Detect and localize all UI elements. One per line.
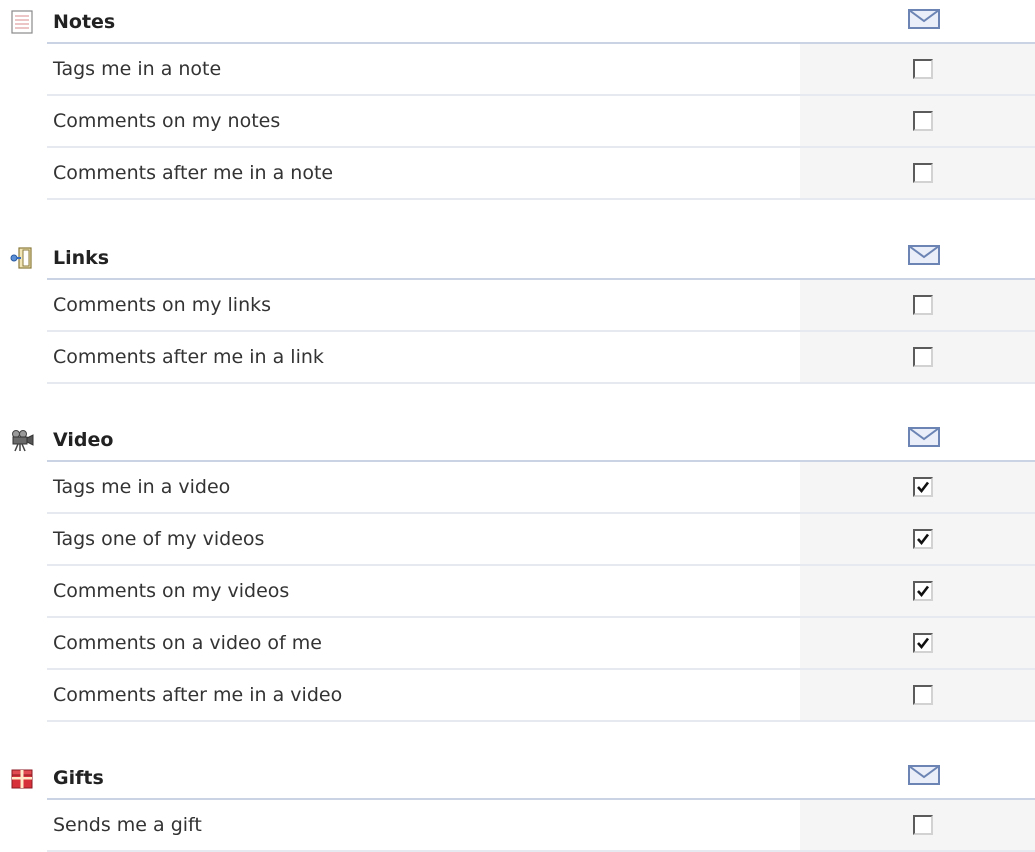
email-checkbox[interactable] [913,685,933,705]
notes-section: Notes Tags me in a note Comments on my n… [0,0,1035,200]
links-icon [10,247,32,269]
notification-row: Tags me in a video [0,462,1035,514]
gifts-section: Gifts Sends me a gift [0,756,1035,852]
gifts-section-header: Gifts [0,756,1035,800]
notification-row: Comments after me in a note [0,148,1035,200]
checkmark-icon [917,585,930,598]
email-checkbox[interactable] [913,477,933,497]
row-label: Comments on my links [53,294,272,316]
email-checkbox[interactable] [913,633,933,653]
checkmark-icon [917,481,930,494]
email-icon [908,427,940,447]
video-section-header: Video [0,418,1035,462]
links-section: Links Comments on my links Comments afte… [0,236,1035,384]
email-checkbox[interactable] [913,111,933,131]
notification-row: Comments on my notes [0,96,1035,148]
section-title: Video [53,429,114,451]
row-label: Comments on my videos [53,580,290,602]
email-icon [908,9,940,29]
email-icon [908,245,940,265]
row-label: Tags one of my videos [53,528,265,550]
email-checkbox[interactable] [913,581,933,601]
notification-row: Comments on a video of me [0,618,1035,670]
row-label: Comments after me in a link [53,346,324,368]
gift-icon [11,769,33,789]
email-icon [908,765,940,785]
notification-row: Tags me in a note [0,44,1035,96]
video-section: Video Tags me in a video Tags one of my … [0,418,1035,722]
checkmark-icon [917,637,930,650]
row-label: Sends me a gift [53,814,202,836]
notes-icon [11,10,33,34]
notification-row: Comments on my links [0,280,1035,332]
section-title: Links [53,247,110,269]
notification-row: Comments on my videos [0,566,1035,618]
email-checkbox[interactable] [913,59,933,79]
notification-row: Comments after me in a link [0,332,1035,384]
row-label: Comments after me in a video [53,684,343,706]
email-checkbox[interactable] [913,529,933,549]
row-label: Tags me in a note [53,58,222,80]
row-label: Comments on my notes [53,110,281,132]
notification-row: Tags one of my videos [0,514,1035,566]
section-title: Notes [53,11,116,33]
row-label: Comments on a video of me [53,632,322,654]
row-label: Comments after me in a note [53,162,334,184]
checkmark-icon [917,533,930,546]
email-checkbox[interactable] [913,347,933,367]
row-label: Tags me in a video [53,476,231,498]
notification-row: Sends me a gift [0,800,1035,852]
notification-row: Comments after me in a video [0,670,1035,722]
email-checkbox[interactable] [913,295,933,315]
section-title: Gifts [53,767,104,789]
notes-section-header: Notes [0,0,1035,44]
video-camera-icon [12,430,34,452]
email-checkbox[interactable] [913,163,933,183]
links-section-header: Links [0,236,1035,280]
email-checkbox[interactable] [913,815,933,835]
